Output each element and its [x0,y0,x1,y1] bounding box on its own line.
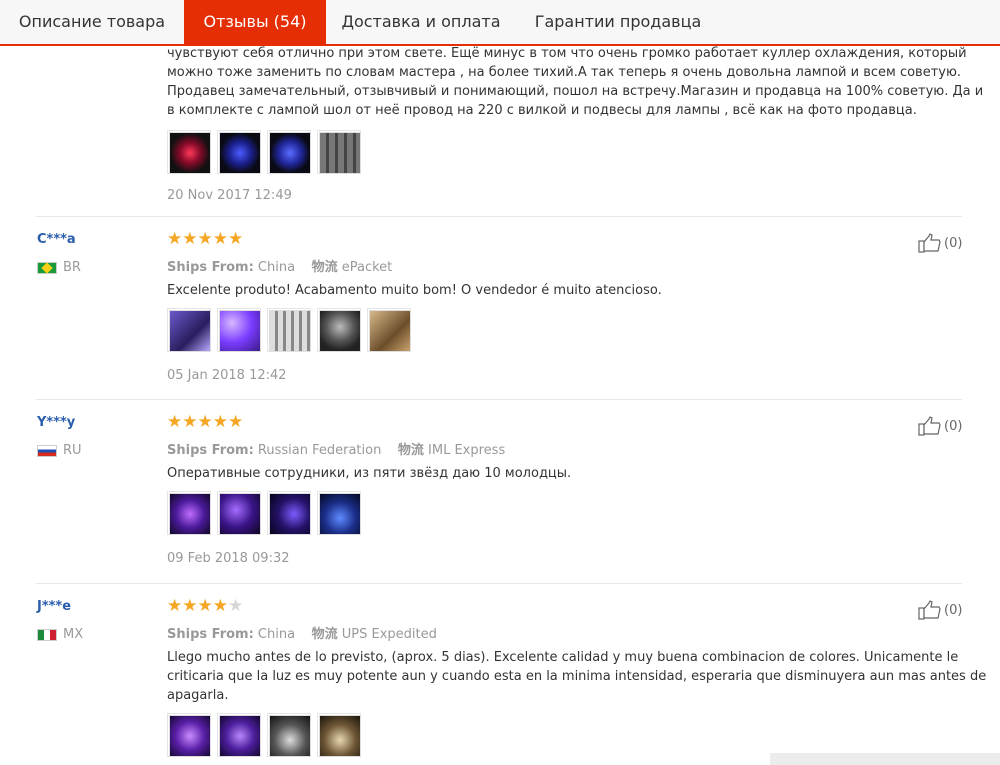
like-count: (0) [944,418,963,434]
review-photos [167,491,361,535]
review-text-line: apagarla. [167,688,229,703]
shipping-info: Ships From: China 物流 ePacket [167,256,392,275]
review-photo[interactable] [217,713,261,757]
shipping-info: Ships From: China 物流 UPS Expedited [167,623,437,642]
review-text: Excelente produto! Acabamento muito bom!… [167,281,662,300]
review-photo[interactable] [167,713,211,757]
like-button[interactable]: (0) [918,233,962,253]
like-button[interactable]: (0) [918,600,962,620]
review-photo[interactable] [367,308,411,352]
review-text-line: Оперативные сотрудники, из пяти звёзд да… [167,466,572,481]
review-photo[interactable] [167,491,211,535]
logistics-label: 物流 [397,443,424,458]
review-text: чувствуют себя отлично при этом свете. Е… [167,44,983,120]
horizontal-scrollbar[interactable] [770,753,1000,765]
flag-ru-icon [37,444,57,457]
logistics-value: IML Express [428,443,506,458]
logistics-label: 物流 [311,627,338,642]
ships-from-label: Ships From: [167,443,254,458]
tab-reviews[interactable]: Отзывы (54) [184,0,326,46]
flag-br-icon [37,261,57,274]
country-code: BR [63,260,81,275]
country-code: RU [63,443,82,458]
review-photo[interactable] [317,308,361,352]
tab-shipping-payment[interactable]: Доставка и оплата [326,0,516,44]
review-photos [167,713,361,757]
review-photo[interactable] [217,308,261,352]
reviewer-country: BR [37,260,81,275]
reviewer-country: MX [37,627,83,642]
review-date: 09 Feb 2018 09:32 [167,551,290,566]
review-photo[interactable] [167,308,211,352]
review-text-line: Llego mucho antes de lo previsto, (aprox… [167,650,959,665]
reviewer-country: RU [37,443,82,458]
divider [36,399,962,400]
logistics-value: UPS Expedited [341,627,437,642]
ships-from-value: China [257,260,296,275]
logistics-value: ePacket [341,260,393,275]
tab-description[interactable]: Описание товара [0,0,184,44]
review-text-line: в комплекте с лампой шол от неё провод н… [167,103,917,118]
logistics-label: 物流 [311,260,338,275]
thumbs-up-icon [918,600,941,620]
thumbs-up-icon [918,233,941,253]
thumbs-up-icon [918,416,941,436]
divider [36,216,962,217]
review-photos [167,308,411,352]
review-text-line: можно тоже заменить по словам мастера , … [167,65,962,80]
tab-seller-guarantee[interactable]: Гарантии продавца [516,0,720,44]
review-text-line: Продавец замечательный, отзывчивый и пон… [167,84,984,99]
review-date: 20 Nov 2017 12:49 [167,188,292,203]
like-count: (0) [944,602,963,618]
rating-stars: ★★★★★ [167,229,244,249]
review-photo[interactable] [267,491,311,535]
shipping-info: Ships From: Russian Federation 物流 IML Ex… [167,439,505,458]
divider [36,583,962,584]
review-text-line: criticaria que la luz es muy potente aun… [167,669,987,684]
reviewer-name[interactable]: C***a [37,232,76,247]
rating-stars: ★★★★★ [167,596,244,616]
review-photo[interactable] [217,130,261,174]
ships-from-value: China [257,627,296,642]
flag-mx-icon [37,628,57,641]
reviewer-name[interactable]: J***e [37,599,71,614]
rating-stars: ★★★★★ [167,412,244,432]
ships-from-label: Ships From: [167,260,254,275]
review-photo[interactable] [267,713,311,757]
review-text: Llego mucho antes de lo previsto, (aprox… [167,648,986,705]
country-code: MX [63,627,84,642]
review-photo[interactable] [317,491,361,535]
review-text-line: Excelente produto! Acabamento muito bom!… [167,283,662,298]
review-text: Оперативные сотрудники, из пяти звёзд да… [167,464,571,483]
review-photo[interactable] [217,491,261,535]
tab-bar: Описание товара Отзывы (54) Доставка и о… [0,0,1000,46]
review-photos [167,130,361,174]
review-date: 05 Jan 2018 12:42 [167,368,287,383]
like-button[interactable]: (0) [918,416,962,436]
ships-from-label: Ships From: [167,627,254,642]
reviewer-name[interactable]: Y***y [37,415,75,430]
review-photo[interactable] [317,713,361,757]
review-photo[interactable] [317,130,361,174]
like-count: (0) [944,235,963,251]
review-photo[interactable] [267,308,311,352]
review-photo[interactable] [167,130,211,174]
ships-from-value: Russian Federation [257,443,382,458]
review-text-line: чувствуют себя отлично при этом свете. Е… [167,46,967,61]
review-photo[interactable] [267,130,311,174]
